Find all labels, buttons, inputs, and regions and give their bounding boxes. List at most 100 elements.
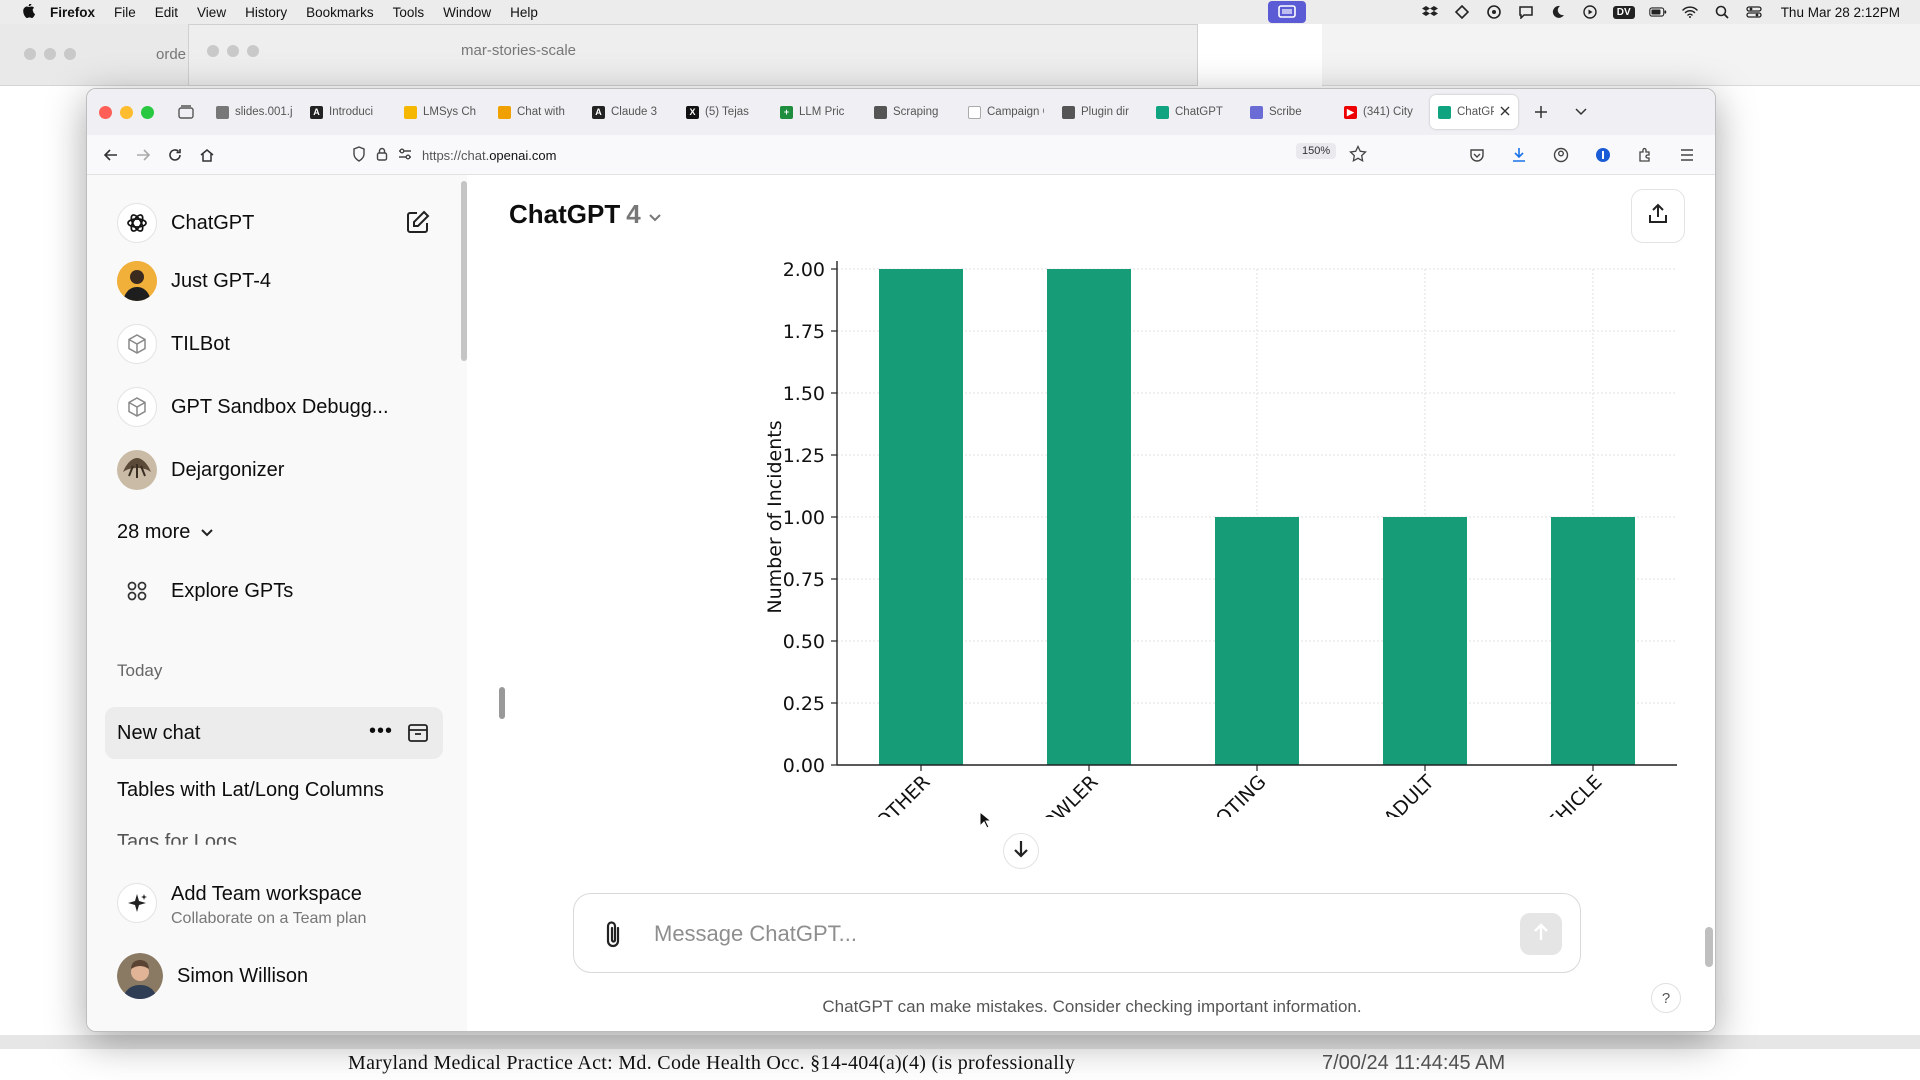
menu-history[interactable]: History	[245, 5, 287, 20]
bookmark-star-icon[interactable]	[1349, 144, 1367, 168]
openai-logo-icon	[117, 203, 157, 243]
cube-icon	[117, 324, 157, 364]
zoom-level-badge[interactable]: 150%	[1296, 143, 1337, 159]
battery-icon[interactable]	[1648, 5, 1667, 19]
password-manager-icon[interactable]	[1485, 5, 1503, 19]
message-status-icon[interactable]	[1517, 5, 1535, 19]
tab-label: Scribe	[1269, 106, 1302, 118]
y-tick-label: 1.25	[783, 445, 825, 467]
extensions-icon[interactable]	[1629, 139, 1661, 171]
downloads-icon[interactable]	[1503, 139, 1535, 171]
finder-window-toolbar: mar-stories-scale	[188, 24, 1198, 86]
archive-icon[interactable]	[407, 722, 429, 750]
menu-help[interactable]: Help	[510, 5, 538, 20]
menu-window[interactable]: Window	[443, 5, 491, 20]
close-window-button[interactable]	[99, 105, 112, 119]
sidebar-gpt-sandbox-debugger[interactable]: GPT Sandbox Debugg...	[117, 387, 389, 427]
help-button[interactable]: ?	[1651, 983, 1681, 1013]
sidebar-gpt-just-gpt-4[interactable]: Just GPT-4	[117, 261, 271, 301]
x-tick-labels: COMPLAINT OTHER PROWLERATTERY BY SHOOTING…	[789, 771, 1606, 817]
forward-icon[interactable]	[127, 139, 159, 171]
menu-clock[interactable]: Thu Mar 28 2:12PM	[1781, 5, 1900, 20]
tab[interactable]: ChatGPT	[1148, 95, 1240, 129]
user-profile[interactable]: Simon Willison	[117, 953, 308, 999]
tab[interactable]: + LLM Pric	[772, 95, 864, 129]
sidebar-gpt-tilbot[interactable]: TILBot	[117, 324, 230, 364]
add-team-workspace[interactable]: Add Team workspace Collaborate on a Team…	[117, 883, 366, 928]
app-menu-icon[interactable]	[1671, 139, 1703, 171]
tab-overview-icon[interactable]	[174, 105, 198, 119]
menu-view[interactable]: View	[197, 5, 226, 20]
message-input[interactable]	[654, 912, 1494, 956]
chatgpt-sidebar: ChatGPT Just GPT-4 TILBot GPT Sandbox De…	[87, 175, 467, 1031]
menu-bookmarks[interactable]: Bookmarks	[306, 5, 374, 20]
lock-icon[interactable]	[376, 147, 388, 164]
wifi-icon[interactable]	[1681, 5, 1699, 19]
tab[interactable]: A Introduci	[302, 95, 394, 129]
tab[interactable]: Scraping	[866, 95, 958, 129]
close-tab-icon[interactable]	[1500, 106, 1510, 119]
control-center-icon[interactable]	[1745, 5, 1763, 19]
new-tab-icon[interactable]	[1526, 105, 1556, 119]
play-status-icon[interactable]	[1581, 5, 1599, 19]
tracking-protection-icon[interactable]	[352, 145, 366, 165]
dv-status-badge[interactable]: DV	[1612, 5, 1635, 19]
dropbox-status-icon[interactable]	[1421, 5, 1439, 19]
y-axis-label: Number of Incidents	[764, 420, 786, 613]
menu-app-name[interactable]: Firefox	[50, 5, 95, 20]
tab[interactable]: ▶ (341) City	[1336, 95, 1428, 129]
tab[interactable]: A Claude 3	[584, 95, 676, 129]
sidebar-chatgpt-home[interactable]: ChatGPT	[117, 203, 254, 243]
sparkle-icon	[117, 883, 157, 923]
back-icon[interactable]	[95, 139, 127, 171]
tab-favicon-icon	[1062, 105, 1075, 119]
password-extension-icon[interactable]	[1587, 139, 1619, 171]
sidebar-more-gpts[interactable]: 28 more	[117, 521, 214, 544]
reload-icon[interactable]	[159, 139, 191, 171]
history-item[interactable]: Tags for Logs	[117, 831, 237, 845]
list-all-tabs-icon[interactable]	[1566, 107, 1596, 117]
menu-file[interactable]: File	[114, 5, 136, 20]
tab[interactable]: Plugin dir	[1054, 95, 1146, 129]
main-scrollbar[interactable]	[1705, 927, 1713, 967]
minimize-window-button[interactable]	[120, 105, 133, 119]
home-icon[interactable]	[191, 139, 223, 171]
tab[interactable]: slides.001.jpe	[208, 95, 300, 129]
tab[interactable]: Chat with	[490, 95, 582, 129]
sync-status-icon[interactable]	[1453, 5, 1471, 19]
y-tick-label: 1.50	[783, 383, 825, 405]
menu-edit[interactable]: Edit	[155, 5, 178, 20]
chat-main: ChatGPT 4 0.00 0.25 0.50 0.75 1.00 1.25 1.50 1.…	[467, 175, 1715, 1031]
tab-label: ChatGP	[1457, 106, 1494, 118]
paperclip-attach-icon[interactable]	[600, 918, 626, 955]
grid-dots-icon	[117, 571, 157, 611]
tab-label: ChatGPT	[1175, 106, 1223, 118]
sidebar-explore-gpts[interactable]: Explore GPTs	[117, 571, 293, 611]
apple-menu-icon[interactable]	[18, 1, 40, 23]
tab-favicon-icon	[1438, 105, 1451, 119]
tab[interactable]: Scribe	[1242, 95, 1334, 129]
history-item-new-chat[interactable]: New chat •••	[105, 707, 443, 759]
sidebar-collapse-handle[interactable]	[499, 687, 505, 719]
url-text[interactable]: https://chat.openai.com	[422, 148, 556, 163]
account-icon[interactable]	[1545, 139, 1577, 171]
send-button[interactable]	[1520, 913, 1562, 955]
permissions-icon[interactable]	[398, 148, 412, 163]
tab-label: Plugin dir	[1081, 106, 1129, 118]
tab[interactable]: ChatGP	[1430, 95, 1518, 129]
zoom-window-button[interactable]	[141, 105, 154, 119]
pocket-icon[interactable]	[1461, 139, 1493, 171]
tab[interactable]: LMSys Ch	[396, 95, 488, 129]
menu-tools[interactable]: Tools	[393, 5, 425, 20]
scroll-to-bottom-button[interactable]	[1003, 833, 1039, 869]
tab[interactable]: X (5) Tejas	[678, 95, 770, 129]
sidebar-gpt-dejargonizer[interactable]: Dejargonizer	[117, 450, 284, 490]
more-options-icon[interactable]: •••	[369, 720, 393, 743]
tab-label: (5) Tejas	[705, 106, 749, 118]
spotlight-search-icon[interactable]	[1713, 5, 1731, 19]
history-item[interactable]: Tables with Lat/Long Columns	[117, 779, 384, 802]
moon-icon[interactable]	[1549, 5, 1567, 19]
new-chat-edit-icon[interactable]	[405, 209, 433, 237]
screen-share-icon[interactable]	[1268, 1, 1306, 23]
tab[interactable]: Campaign C	[960, 95, 1052, 129]
